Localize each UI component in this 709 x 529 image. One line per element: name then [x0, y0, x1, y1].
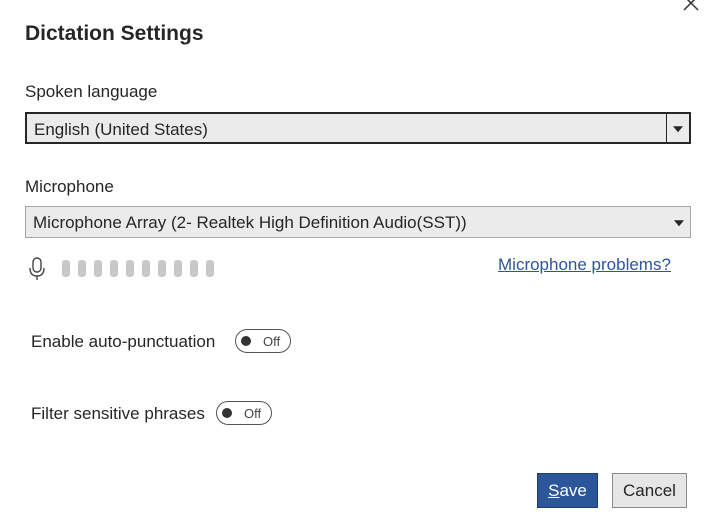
- chevron-down-icon: [673, 126, 683, 133]
- level-segment: [78, 260, 86, 277]
- microphone-dropdown-button[interactable]: [667, 207, 690, 237]
- spoken-language-select[interactable]: English (United States): [25, 112, 691, 144]
- level-segment: [142, 260, 150, 277]
- filter-phrases-state: Off: [244, 406, 262, 421]
- level-segment: [174, 260, 182, 277]
- auto-punctuation-state: Off: [263, 334, 281, 349]
- level-segment: [206, 260, 214, 277]
- level-segment: [110, 260, 118, 277]
- filter-phrases-label: Filter sensitive phrases: [31, 404, 205, 423]
- cancel-button[interactable]: Cancel: [612, 473, 687, 508]
- level-segment: [190, 260, 198, 277]
- toggle-knob: [241, 336, 251, 346]
- dialog-title: Dictation Settings: [25, 22, 204, 45]
- save-button[interactable]: Save: [537, 473, 598, 508]
- toggle-knob: [222, 408, 232, 418]
- chevron-down-icon: [673, 220, 684, 227]
- microphone-label: Microphone: [25, 177, 114, 196]
- close-button[interactable]: [680, 0, 702, 14]
- microphone-problems-link[interactable]: Microphone problems?: [498, 255, 671, 275]
- auto-punctuation-label: Enable auto-punctuation: [31, 332, 216, 351]
- microphone-icon: [28, 257, 46, 281]
- auto-punctuation-toggle[interactable]: Off: [235, 329, 291, 353]
- save-accelerator: S: [548, 480, 560, 500]
- level-segment: [158, 260, 166, 277]
- level-segment: [126, 260, 134, 277]
- filter-phrases-toggle[interactable]: Off: [216, 401, 272, 425]
- spoken-language-label: Spoken language: [25, 82, 158, 101]
- level-segment: [62, 260, 70, 277]
- level-segment: [94, 260, 102, 277]
- spoken-language-value: English (United States): [34, 120, 208, 139]
- close-icon: [683, 0, 699, 11]
- microphone-value: Microphone Array (2- Realtek High Defini…: [33, 213, 467, 232]
- microphone-select[interactable]: Microphone Array (2- Realtek High Defini…: [25, 206, 691, 238]
- save-label-rest: ave: [559, 480, 587, 500]
- spoken-language-dropdown-button[interactable]: [666, 114, 689, 142]
- microphone-level-meter: [62, 260, 214, 278]
